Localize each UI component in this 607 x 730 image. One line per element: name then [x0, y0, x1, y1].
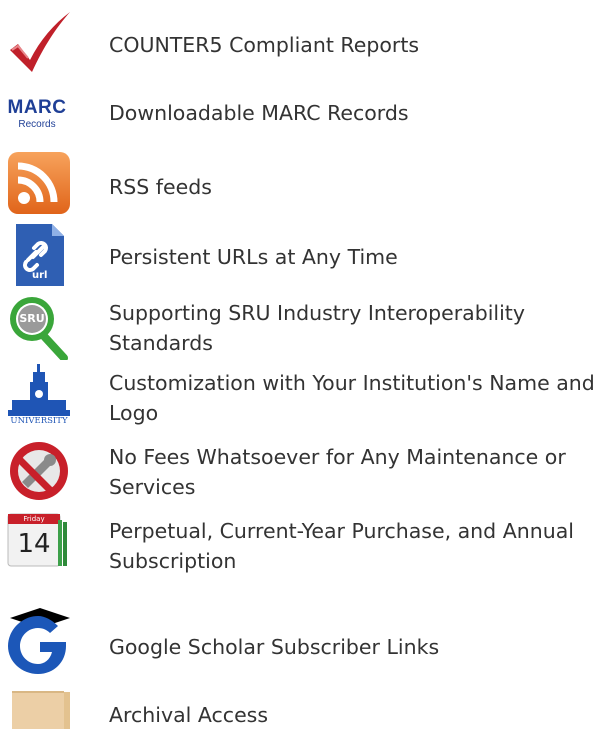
calendar-icon: Friday 14: [6, 512, 72, 578]
feature-label: No Fees Whatsoever for Any Maintenance o…: [109, 445, 566, 499]
feature-label: RSS feeds: [109, 175, 212, 199]
rss-icon: [6, 150, 72, 216]
feature-item-rss: RSS feeds: [0, 150, 607, 216]
university-icon-text: UNIVERSITY: [10, 416, 68, 426]
feature-item-archival: Archival Access: [0, 690, 607, 729]
feature-label: Downloadable MARC Records: [109, 101, 409, 125]
google-scholar-icon: [6, 608, 72, 674]
feature-label: Google Scholar Subscriber Links: [109, 635, 440, 659]
marc-records-icon: MARC Records: [6, 84, 72, 150]
sru-icon-text: SRU: [19, 312, 45, 325]
feature-item-no-fees: No Fees Whatsoever for Any Maintenance o…: [0, 438, 607, 504]
feature-label: Customization with Your Institution's Na…: [109, 371, 595, 425]
calendar-date-text: 14: [17, 529, 51, 559]
feature-item-perpetual: Friday 14 Perpetual, Current-Year Purcha…: [0, 512, 607, 578]
marc-logo-subtext: Records: [18, 119, 56, 130]
university-building-icon: UNIVERSITY: [6, 364, 72, 430]
feature-label: Archival Access: [109, 703, 269, 727]
calendar-day-text: Friday: [23, 515, 45, 523]
feature-label: Persistent URLs at Any Time: [109, 245, 398, 269]
feature-label: Supporting SRU Industry Interoperability…: [109, 301, 525, 355]
url-link-icon: url: [14, 222, 66, 288]
feature-item-marc: MARC Records Downloadable MARC Records: [0, 84, 607, 150]
feature-label: Perpetual, Current-Year Purchase, and An…: [109, 519, 574, 573]
feature-item-persistent-urls: url Persistent URLs at Any Time: [0, 222, 607, 288]
feature-label: COUNTER5 Compliant Reports: [109, 33, 420, 57]
feature-item-sru: SRU Supporting SRU Industry Interoperabi…: [0, 294, 607, 360]
url-icon-text: url: [32, 270, 48, 281]
sru-magnifier-icon: SRU: [6, 294, 72, 360]
feature-item-counter5: COUNTER5 Compliant Reports: [0, 10, 607, 76]
feature-item-google-scholar: Google Scholar Subscriber Links: [0, 608, 607, 674]
marc-logo-text: MARC: [7, 97, 67, 118]
folder-icon: [10, 690, 76, 729]
checkmark-icon: [6, 10, 72, 76]
feature-item-customization: UNIVERSITY Customization with Your Insti…: [0, 364, 607, 430]
no-fees-wrench-icon: [6, 438, 72, 504]
